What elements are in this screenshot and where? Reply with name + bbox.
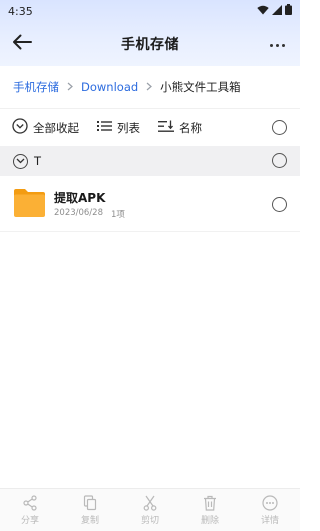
trash-icon (202, 495, 218, 511)
sort-icon (158, 120, 174, 136)
chevron-right-icon (67, 81, 73, 94)
file-item-count: 1项 (111, 210, 125, 220)
copy-label: 复制 (80, 516, 99, 526)
back-button[interactable] (10, 34, 34, 54)
breadcrumb-item-phone-storage[interactable]: 手机存储 (13, 79, 59, 95)
details-label: 详情 (260, 516, 279, 526)
sort-by-name-button[interactable]: 名称 (158, 120, 202, 136)
chevron-right-icon (146, 81, 153, 94)
delete-button[interactable]: 删除 (185, 495, 235, 526)
file-name: 提取APK (54, 191, 106, 205)
cut-label: 剪切 (140, 516, 159, 526)
bottom-action-bar: 分享 复制 剪切 删除 详情 (0, 488, 300, 531)
group-header[interactable]: T (0, 146, 300, 176)
more-horizontal-icon (269, 43, 273, 47)
list-item[interactable]: 提取APK 2023/06/28 1项 (0, 176, 300, 232)
select-all-checkbox[interactable] (272, 120, 287, 135)
info-icon (262, 495, 278, 511)
more-button[interactable] (266, 40, 288, 50)
sort-by-name-label: 名称 (179, 120, 202, 135)
copy-button[interactable]: 复制 (65, 495, 115, 526)
delete-label: 删除 (200, 516, 219, 526)
cut-button[interactable]: 剪切 (125, 495, 175, 526)
copy-icon (82, 495, 98, 511)
status-time: 4:35 (8, 4, 33, 18)
group-select-checkbox[interactable] (272, 153, 287, 168)
folder-icon (13, 188, 46, 218)
arrow-left-icon (12, 34, 32, 54)
list-icon (97, 120, 112, 135)
chevron-down-icon[interactable] (13, 153, 28, 169)
share-button[interactable]: 分享 (5, 495, 55, 526)
file-meta: 2023/06/28 1项 (54, 208, 125, 220)
collapse-all-button[interactable]: 全部收起 (12, 118, 79, 137)
chevron-down-circle-icon (12, 118, 28, 137)
list-view-button[interactable]: 列表 (97, 120, 140, 136)
title-bar: 手机存储 (0, 22, 300, 66)
toolbar: 全部收起 列表 名称 (0, 108, 300, 146)
share-label: 分享 (20, 516, 39, 526)
status-bar: 4:35 (0, 0, 300, 22)
collapse-all-label: 全部收起 (33, 120, 79, 135)
file-date: 2023/06/28 (54, 208, 103, 218)
file-select-checkbox[interactable] (272, 197, 287, 212)
breadcrumb-item-download[interactable]: Download (81, 80, 138, 94)
breadcrumb-item-current: 小熊文件工具箱 (160, 80, 241, 94)
breadcrumb: 手机存储 Download 小熊文件工具箱 (0, 66, 300, 108)
share-icon (22, 495, 38, 511)
scissors-icon (142, 495, 158, 511)
details-button[interactable]: 详情 (245, 495, 295, 526)
list-view-label: 列表 (117, 120, 140, 135)
page-title: 手机存储 (121, 37, 179, 53)
group-label: T (34, 154, 42, 168)
status-icons (257, 4, 292, 18)
battery-icon (285, 4, 292, 18)
cellular-icon (272, 4, 282, 18)
wifi-icon (257, 5, 269, 18)
